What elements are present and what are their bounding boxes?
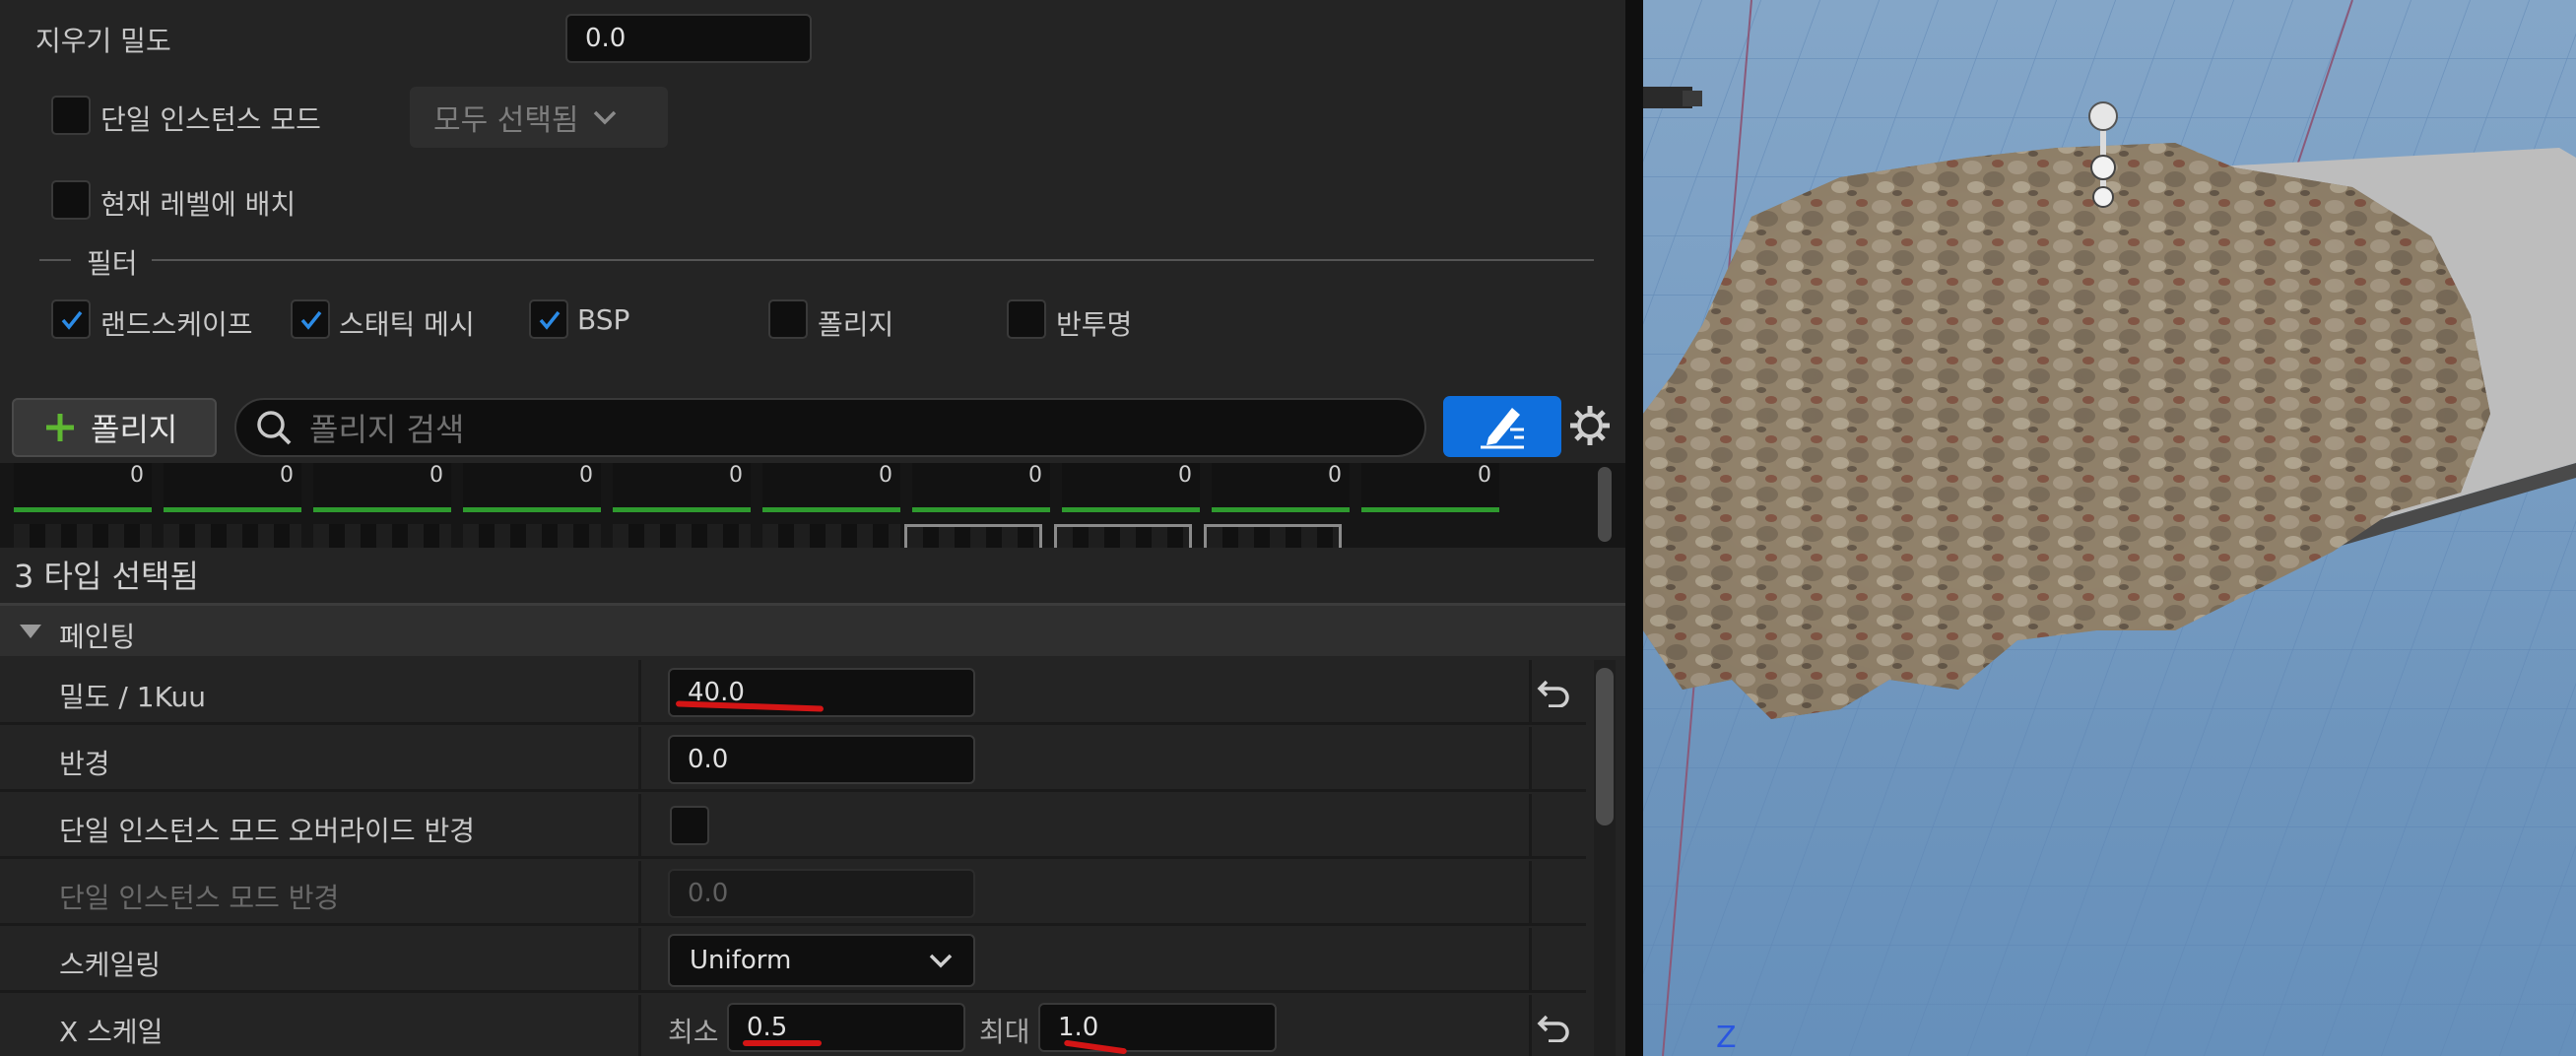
single-override-label: 단일 인스턴스 모드 오버라이드 반경: [59, 815, 476, 847]
foliage-type-thumb-row2[interactable]: [762, 524, 900, 548]
foliage-type-thumb[interactable]: 0: [1361, 463, 1499, 512]
filter-divider-right: [152, 259, 1594, 261]
current-level-label: 현재 레벨에 배치: [100, 188, 297, 221]
filter-landscape-checkbox[interactable]: [51, 299, 91, 339]
selected-types-header: 3 타입 선택됨: [14, 558, 199, 595]
foliage-panel: 지우기 밀도 0.0 단일 인스턴스 모드 모두 선택됨 현재 레벨에 배치 필…: [0, 0, 1625, 1056]
single-radius-label: 단일 인스턴스 모드 반경: [59, 882, 340, 914]
instance-count: 0: [280, 463, 294, 488]
radius-row: 반경 0.0: [0, 727, 1586, 792]
level-viewport[interactable]: Z: [1643, 0, 2576, 1056]
strip-scrollbar[interactable]: [1598, 467, 1612, 542]
foliage-type-thumb[interactable]: 0: [1062, 463, 1200, 512]
plus-icon: [46, 414, 74, 441]
foliage-type-thumb-row2[interactable]: [313, 524, 451, 548]
scaling-label: 스케일링: [59, 949, 162, 981]
foliage-type-thumb[interactable]: 0: [14, 463, 152, 512]
select-all-label: 모두 선택됨: [433, 103, 579, 138]
instance-count: 0: [429, 463, 443, 488]
foliage-type-thumb-selected[interactable]: [904, 524, 1042, 548]
foliage-type-thumb[interactable]: 0: [463, 463, 601, 512]
scaling-value: Uniform: [690, 946, 792, 975]
single-override-row: 단일 인스턴스 모드 오버라이드 반경: [0, 794, 1586, 859]
instance-count: 0: [130, 463, 144, 488]
pencil-icon: [1481, 408, 1524, 449]
instance-count: 0: [1328, 463, 1342, 488]
foliage-type-thumb-selected[interactable]: [1054, 524, 1192, 548]
filter-landscape-label: 랜드스케이프: [100, 308, 253, 341]
reset-to-default-icon[interactable]: [1537, 678, 1572, 707]
foliage-type-thumb[interactable]: 0: [164, 463, 301, 512]
filter-foliage-checkbox[interactable]: [768, 299, 808, 339]
foliage-type-thumb[interactable]: 0: [762, 463, 900, 512]
filter-foliage-label: 폴리지: [818, 308, 894, 341]
collapse-triangle-icon: [20, 625, 41, 638]
annotation-underline: [743, 1040, 822, 1046]
filter-divider-left: [39, 259, 71, 261]
instance-count: 0: [579, 463, 593, 488]
single-instance-label: 단일 인스턴스 모드: [100, 103, 321, 136]
density-label: 밀도 / 1Kuu: [59, 681, 207, 713]
x-scale-row: X 스케일 최소 0.5 최대 1.0: [0, 995, 1586, 1056]
filter-static-mesh-label: 스태틱 메시: [339, 308, 475, 341]
foliage-type-thumb[interactable]: 0: [613, 463, 751, 512]
single-radius-input: 0.0: [668, 869, 975, 918]
instance-count: 0: [879, 463, 892, 488]
instance-count: 0: [729, 463, 743, 488]
x-scale-max-label: 최대: [979, 1016, 1030, 1048]
settings-gear-icon[interactable]: [1568, 404, 1612, 451]
scaling-dropdown[interactable]: Uniform: [668, 934, 975, 987]
instance-count: 0: [1478, 463, 1491, 488]
scaling-row: 스케일링 Uniform: [0, 928, 1586, 993]
foliage-type-thumb-row2[interactable]: [613, 524, 751, 548]
erase-density-label: 지우기 밀도: [35, 25, 171, 57]
x-scale-label: X 스케일: [59, 1016, 164, 1048]
add-foliage-label: 폴리지: [91, 411, 178, 448]
chevron-down-icon: [929, 954, 953, 968]
density-row: 밀도 / 1Kuu 40.0: [0, 660, 1586, 725]
single-instance-checkbox[interactable]: [51, 96, 91, 135]
paint-mode-button[interactable]: [1443, 396, 1561, 457]
foliage-type-thumb-row2[interactable]: [164, 524, 301, 548]
filter-static-mesh-checkbox[interactable]: [291, 299, 330, 339]
instance-count: 0: [1178, 463, 1192, 488]
current-level-checkbox[interactable]: [51, 180, 91, 220]
radius-input[interactable]: 0.0: [668, 735, 975, 784]
foliage-type-strip: 0 0 0 0 0 0 0 0 0 0: [0, 463, 1625, 548]
viewport-scene: [1643, 0, 2576, 1056]
foliage-type-thumb-row2[interactable]: [14, 524, 152, 548]
add-foliage-button[interactable]: 폴리지: [12, 398, 217, 457]
painting-section-label: 페인팅: [59, 621, 136, 653]
foliage-type-thumb-row2[interactable]: [463, 524, 601, 548]
filter-bsp-checkbox[interactable]: [529, 299, 568, 339]
check-icon: [61, 310, 83, 330]
x-scale-min-label: 최소: [668, 1016, 719, 1048]
check-icon: [300, 310, 322, 330]
filter-label: 필터: [87, 247, 138, 280]
foliage-type-thumb[interactable]: 0: [313, 463, 451, 512]
single-radius-row: 단일 인스턴스 모드 반경 0.0: [0, 861, 1586, 926]
instance-count: 0: [1028, 463, 1042, 488]
chevron-down-icon: [593, 110, 616, 125]
single-override-checkbox[interactable]: [670, 806, 709, 845]
erase-density-input[interactable]: 0.0: [565, 14, 812, 63]
panel-splitter[interactable]: [1625, 0, 1643, 1056]
foliage-search-input[interactable]: 폴리지 검색: [234, 398, 1426, 457]
details-scrollbar[interactable]: [1596, 668, 1614, 825]
radius-label: 반경: [59, 748, 110, 780]
foliage-type-thumb[interactable]: 0: [912, 463, 1050, 512]
filter-translucent-checkbox[interactable]: [1007, 299, 1046, 339]
painting-section-header[interactable]: 페인팅: [0, 603, 1625, 656]
reset-to-default-icon[interactable]: [1537, 1013, 1572, 1042]
axis-z-label: Z: [1716, 1021, 1737, 1055]
foliage-type-thumb[interactable]: 0: [1212, 463, 1350, 512]
filter-bsp-label: BSP: [577, 303, 630, 336]
select-all-dropdown[interactable]: 모두 선택됨: [410, 87, 668, 148]
check-icon: [539, 310, 561, 330]
filter-translucent-label: 반투명: [1056, 308, 1133, 341]
search-icon: [257, 411, 292, 445]
foliage-type-thumb-selected[interactable]: [1204, 524, 1342, 548]
search-placeholder: 폴리지 검색: [309, 411, 465, 448]
